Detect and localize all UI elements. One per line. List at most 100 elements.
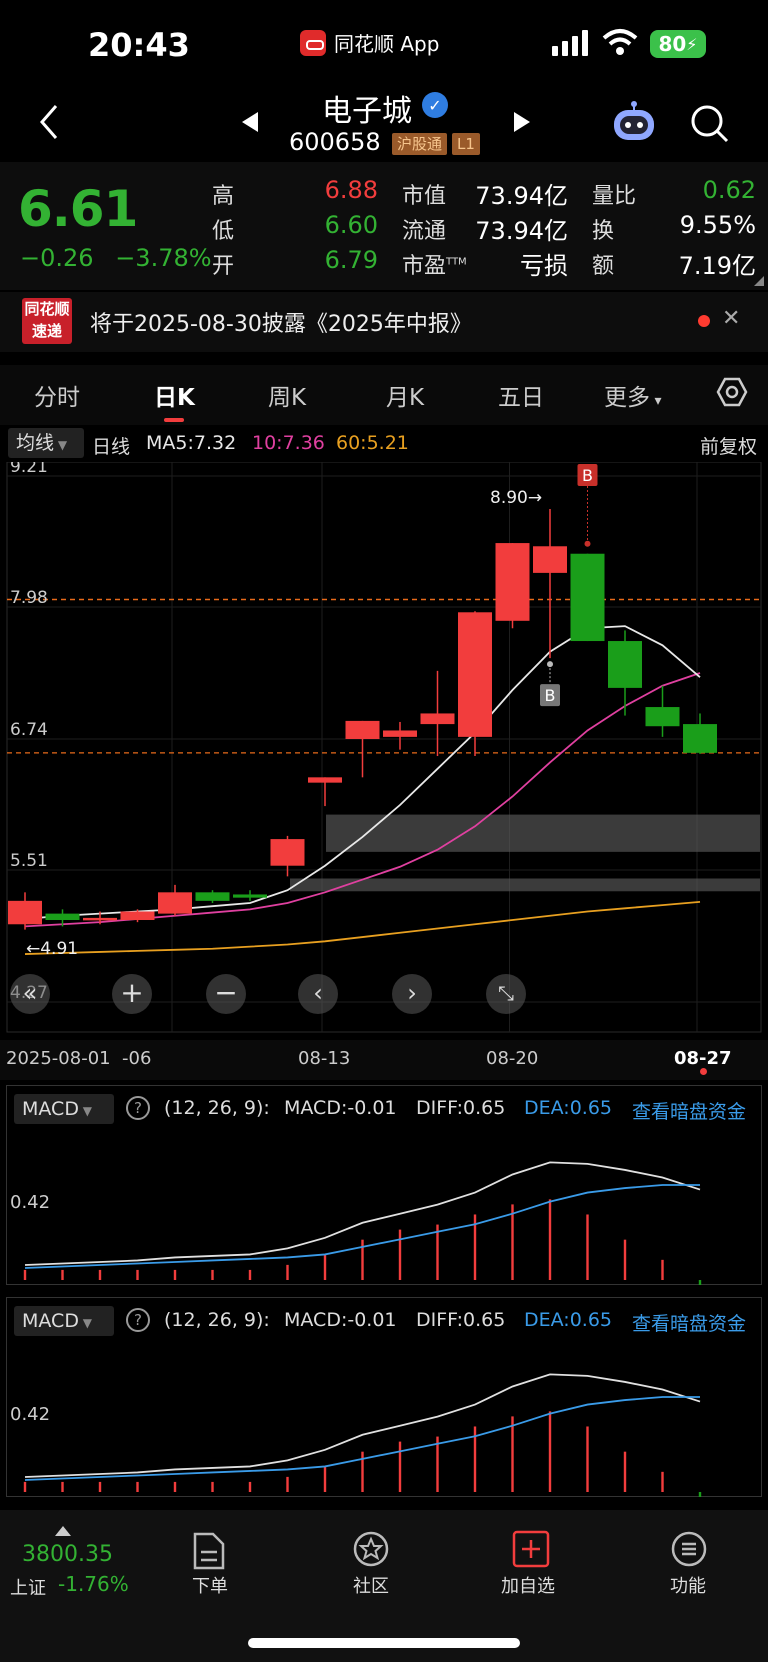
zoom-out-button[interactable]: − — [206, 974, 246, 1014]
amount-label: 额 — [592, 254, 615, 279]
notice-logo-line2: 速递 — [31, 322, 62, 340]
active-tab-indicator — [164, 418, 184, 422]
candle-body — [495, 543, 530, 621]
macd-bar — [586, 1426, 589, 1492]
status-time: 20:43 — [88, 26, 190, 64]
turnover-value: 9.55% — [679, 211, 756, 239]
index-value[interactable]: 3800.35 — [22, 1542, 113, 1567]
order-icon[interactable] — [193, 1532, 225, 1570]
tab-weekly-k[interactable]: 周K — [268, 378, 306, 412]
chart-grid — [7, 462, 761, 1032]
y-tick-label: 6.74 — [10, 720, 48, 740]
signal-icon — [552, 30, 588, 56]
adjust-mode[interactable]: 前复权 — [700, 432, 757, 459]
menu-icon[interactable] — [670, 1530, 708, 1568]
macd-selector-2[interactable]: MACD ▼ — [14, 1306, 114, 1336]
macd-bar — [61, 1481, 64, 1492]
macd-bar — [173, 1269, 177, 1280]
pe-label-text: 市盈 — [402, 254, 447, 279]
y-tick-label: 5.51 — [10, 851, 48, 871]
app-name: 同花顺 App — [334, 32, 440, 56]
candlestick-chart[interactable]: 9.217.986.745.514.278.90→←4.91BB — [0, 462, 768, 1072]
settings-icon[interactable] — [716, 377, 748, 407]
x-axis — [0, 1040, 768, 1080]
high-value: 6.88 — [324, 176, 378, 204]
buy-marker-red-dot — [584, 540, 591, 547]
macd-bar — [548, 1199, 552, 1280]
macd-bar — [698, 1492, 702, 1497]
close-icon[interactable]: ✕ — [722, 306, 740, 331]
diff-value-2: DIFF:0.65 — [416, 1309, 506, 1331]
y-tick-label: 9.21 — [10, 462, 48, 477]
macd-selector[interactable]: MACD ▼ — [14, 1094, 114, 1124]
prev-stock-icon[interactable] — [240, 110, 260, 134]
macd-bar — [361, 1451, 364, 1492]
max-price-label: 8.90→ — [490, 488, 542, 508]
indicator-selector[interactable]: 均线 ▼ — [8, 428, 84, 458]
robot-assistant-icon[interactable] — [610, 100, 658, 144]
back-icon[interactable] — [38, 104, 60, 140]
macd-label: MACD — [22, 1098, 79, 1120]
tab-more[interactable]: 更多 ▾ — [604, 378, 661, 412]
low-label: 低 — [212, 219, 235, 244]
turnover-label: 换 — [592, 219, 615, 244]
order-button[interactable]: 下单 — [170, 1572, 250, 1598]
macd-bar — [511, 1416, 514, 1492]
x-tick-5: 08-27 — [674, 1048, 732, 1069]
tab-monthly-k[interactable]: 月K — [386, 378, 424, 412]
dark-pool-link-2[interactable]: 查看暗盘资金 — [632, 1309, 746, 1336]
dea-value: DEA:0.65 — [524, 1097, 613, 1119]
candle-body — [420, 713, 455, 725]
macd-bar — [23, 1269, 27, 1280]
dark-pool-link[interactable]: 查看暗盘资金 — [632, 1097, 746, 1124]
chevron-down-icon: ▼ — [78, 1104, 93, 1118]
macd-bar — [98, 1481, 102, 1492]
scroll-right-button[interactable]: › — [392, 974, 432, 1014]
macd-bar — [248, 1481, 252, 1492]
scroll-left-button[interactable]: ‹ — [298, 974, 338, 1014]
macd-value-2: MACD:-0.01 — [284, 1309, 397, 1331]
index-change: -1.76% — [58, 1572, 129, 1596]
macd-bar — [661, 1259, 664, 1280]
float-label: 流通 — [402, 219, 447, 244]
candle-body — [120, 911, 155, 921]
volratio-label: 量比 — [592, 184, 637, 209]
moving-averages — [24, 625, 701, 955]
ma5-value: MA5:7.32 — [146, 432, 237, 454]
amount-value: 7.19亿 — [678, 252, 756, 280]
home-indicator[interactable] — [248, 1638, 520, 1648]
chart-frame — [6, 462, 762, 1033]
community-button[interactable]: 社区 — [331, 1572, 411, 1598]
app-badge: 同花顺 App — [300, 28, 439, 57]
help-icon[interactable]: ? — [126, 1308, 150, 1332]
community-icon[interactable] — [352, 1530, 390, 1568]
candle-body — [45, 913, 80, 921]
volratio-value: 0.62 — [702, 176, 756, 204]
caret-up-icon — [55, 1526, 71, 1536]
candle-body — [570, 553, 605, 642]
candle-body — [83, 917, 117, 921]
notice-text[interactable]: 将于2025-08-30披露《2025年中报》 — [90, 306, 472, 338]
add-watchlist-icon[interactable] — [512, 1530, 550, 1568]
tab-daily-k[interactable]: 日K — [154, 378, 195, 412]
macd-bar — [136, 1481, 139, 1492]
candle-body — [645, 707, 680, 727]
pe-label: 市盈TTM — [402, 248, 467, 280]
candle-body — [533, 546, 567, 573]
y-tick-label: 7.98 — [10, 588, 48, 608]
search-icon[interactable] — [690, 104, 730, 144]
fullscreen-icon[interactable]: ⤡ — [486, 974, 526, 1014]
tab-intraday[interactable]: 分时 — [34, 378, 80, 412]
macd-bar — [211, 1269, 214, 1280]
zoom-in-button[interactable]: + — [112, 974, 152, 1014]
macd-bar — [98, 1269, 102, 1280]
macd-params: (12, 26, 9): — [164, 1097, 270, 1119]
open-value: 6.79 — [324, 246, 378, 274]
tab-five-day[interactable]: 五日 — [498, 378, 544, 412]
help-icon[interactable]: ? — [126, 1096, 150, 1120]
expand-corner-icon[interactable] — [754, 276, 764, 286]
add-watchlist-button[interactable]: 加自选 — [488, 1572, 568, 1598]
next-stock-icon[interactable] — [512, 110, 532, 134]
function-button[interactable]: 功能 — [648, 1572, 728, 1598]
scroll-start-button[interactable]: « — [10, 974, 50, 1014]
